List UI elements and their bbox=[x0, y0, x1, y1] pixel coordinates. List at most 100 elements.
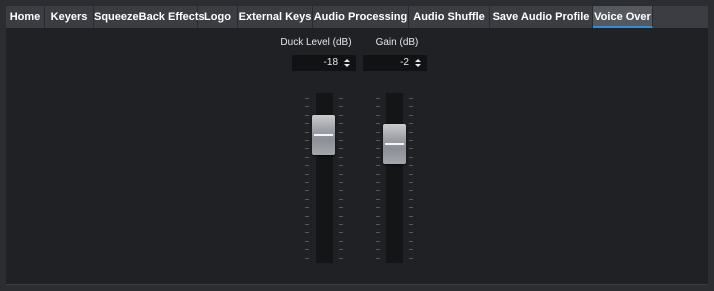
scale-tick bbox=[409, 114, 413, 116]
scale-tick bbox=[409, 224, 413, 225]
scale-tick bbox=[409, 140, 413, 141]
scale-tick bbox=[376, 98, 380, 99]
gain-ticks-left bbox=[376, 94, 380, 264]
scale-tick bbox=[339, 165, 343, 167]
tab-save-audio-profile[interactable]: Save Audio Profile bbox=[490, 6, 593, 28]
app-frame: Home Keyers SqueezeBack Effects Logo Ext… bbox=[6, 6, 708, 285]
scale-tick bbox=[376, 123, 380, 125]
scale-tick bbox=[305, 131, 309, 133]
tab-bar: Home Keyers SqueezeBack Effects Logo Ext… bbox=[6, 6, 708, 28]
scale-tick bbox=[409, 98, 413, 99]
scale-tick bbox=[376, 182, 380, 183]
scale-tick bbox=[376, 165, 380, 167]
scale-tick bbox=[376, 148, 380, 150]
scale-tick bbox=[376, 240, 380, 242]
scale-tick bbox=[376, 114, 380, 116]
scale-tick bbox=[339, 249, 343, 251]
voice-over-panel: Duck Level (dB) -18 Gain (dB) -2 bbox=[6, 28, 708, 285]
scale-tick bbox=[339, 98, 343, 99]
duck-level-ticks-left bbox=[305, 94, 309, 264]
up-down-arrows-icon[interactable] bbox=[414, 58, 422, 68]
scale-tick bbox=[376, 131, 380, 133]
duck-level-label: Duck Level (dB) bbox=[280, 37, 352, 48]
scale-tick bbox=[409, 106, 413, 108]
scale-tick bbox=[376, 207, 380, 209]
scale-tick bbox=[409, 198, 413, 200]
gain-value: -2 bbox=[400, 57, 409, 68]
scale-tick bbox=[409, 182, 413, 183]
fader-handle-line bbox=[385, 143, 404, 145]
tab-audio-processing[interactable]: Audio Processing bbox=[313, 6, 409, 28]
scale-tick bbox=[339, 232, 343, 234]
scale-tick bbox=[339, 140, 343, 141]
scale-tick bbox=[339, 215, 343, 217]
scale-tick bbox=[376, 140, 380, 141]
scale-tick bbox=[339, 257, 343, 259]
scale-tick bbox=[409, 123, 413, 125]
gain-ticks-right bbox=[409, 94, 413, 264]
scale-tick bbox=[305, 156, 309, 158]
scale-tick bbox=[409, 131, 413, 133]
scale-tick bbox=[305, 190, 309, 192]
scale-tick bbox=[339, 148, 343, 150]
scale-tick bbox=[409, 232, 413, 234]
scale-tick bbox=[339, 173, 343, 175]
scale-tick bbox=[376, 224, 380, 225]
gain-fader-track[interactable] bbox=[386, 93, 403, 263]
scale-tick bbox=[409, 173, 413, 175]
fader-handle-line bbox=[314, 134, 333, 136]
scale-tick bbox=[339, 190, 343, 192]
gain-fader-handle[interactable] bbox=[383, 124, 406, 164]
scale-tick bbox=[409, 207, 413, 209]
scale-tick bbox=[409, 215, 413, 217]
duck-level-fader-handle[interactable] bbox=[312, 115, 335, 155]
duck-level-ticks-right bbox=[339, 94, 343, 264]
scale-tick bbox=[409, 190, 413, 192]
scale-tick bbox=[339, 198, 343, 200]
scale-tick bbox=[339, 207, 343, 209]
scale-tick bbox=[305, 182, 309, 183]
scale-tick bbox=[409, 165, 413, 167]
scale-tick bbox=[376, 173, 380, 175]
scale-tick bbox=[376, 215, 380, 217]
gain-spinner[interactable]: -2 bbox=[363, 55, 427, 71]
scale-tick bbox=[376, 232, 380, 234]
scale-tick bbox=[339, 240, 343, 242]
tab-audio-shuffle[interactable]: Audio Shuffle bbox=[409, 6, 490, 28]
scale-tick bbox=[409, 249, 413, 251]
scale-tick bbox=[376, 249, 380, 251]
scale-tick bbox=[305, 106, 309, 108]
tab-home[interactable]: Home bbox=[6, 6, 45, 28]
duck-level-value: -18 bbox=[323, 57, 338, 68]
up-down-arrows-icon[interactable] bbox=[343, 58, 351, 68]
scale-tick bbox=[305, 114, 309, 116]
scale-tick bbox=[376, 190, 380, 192]
tab-external-keys[interactable]: External Keys bbox=[238, 6, 313, 28]
scale-tick bbox=[409, 257, 413, 259]
duck-level-spinner[interactable]: -18 bbox=[292, 55, 356, 71]
tab-logo[interactable]: Logo bbox=[198, 6, 238, 28]
scale-tick bbox=[376, 106, 380, 108]
panel-divider bbox=[6, 284, 708, 285]
tab-squeezeback-effects[interactable]: SqueezeBack Effects bbox=[94, 6, 205, 28]
scale-tick bbox=[305, 148, 309, 150]
scale-tick bbox=[339, 114, 343, 116]
scale-tick bbox=[376, 257, 380, 259]
scale-tick bbox=[305, 198, 309, 200]
scale-tick bbox=[305, 165, 309, 167]
scale-tick bbox=[305, 207, 309, 209]
scale-tick bbox=[339, 106, 343, 108]
scale-tick bbox=[409, 156, 413, 158]
gain-label: Gain (dB) bbox=[375, 37, 419, 48]
tab-voice-over[interactable]: Voice Over bbox=[593, 6, 653, 28]
scale-tick bbox=[305, 123, 309, 125]
scale-tick bbox=[305, 224, 309, 225]
scale-tick bbox=[305, 173, 309, 175]
scale-tick bbox=[409, 240, 413, 242]
scale-tick bbox=[339, 123, 343, 125]
scale-tick bbox=[376, 198, 380, 200]
tab-keyers[interactable]: Keyers bbox=[45, 6, 94, 28]
scale-tick bbox=[339, 156, 343, 158]
scale-tick bbox=[339, 131, 343, 133]
scale-tick bbox=[339, 182, 343, 183]
